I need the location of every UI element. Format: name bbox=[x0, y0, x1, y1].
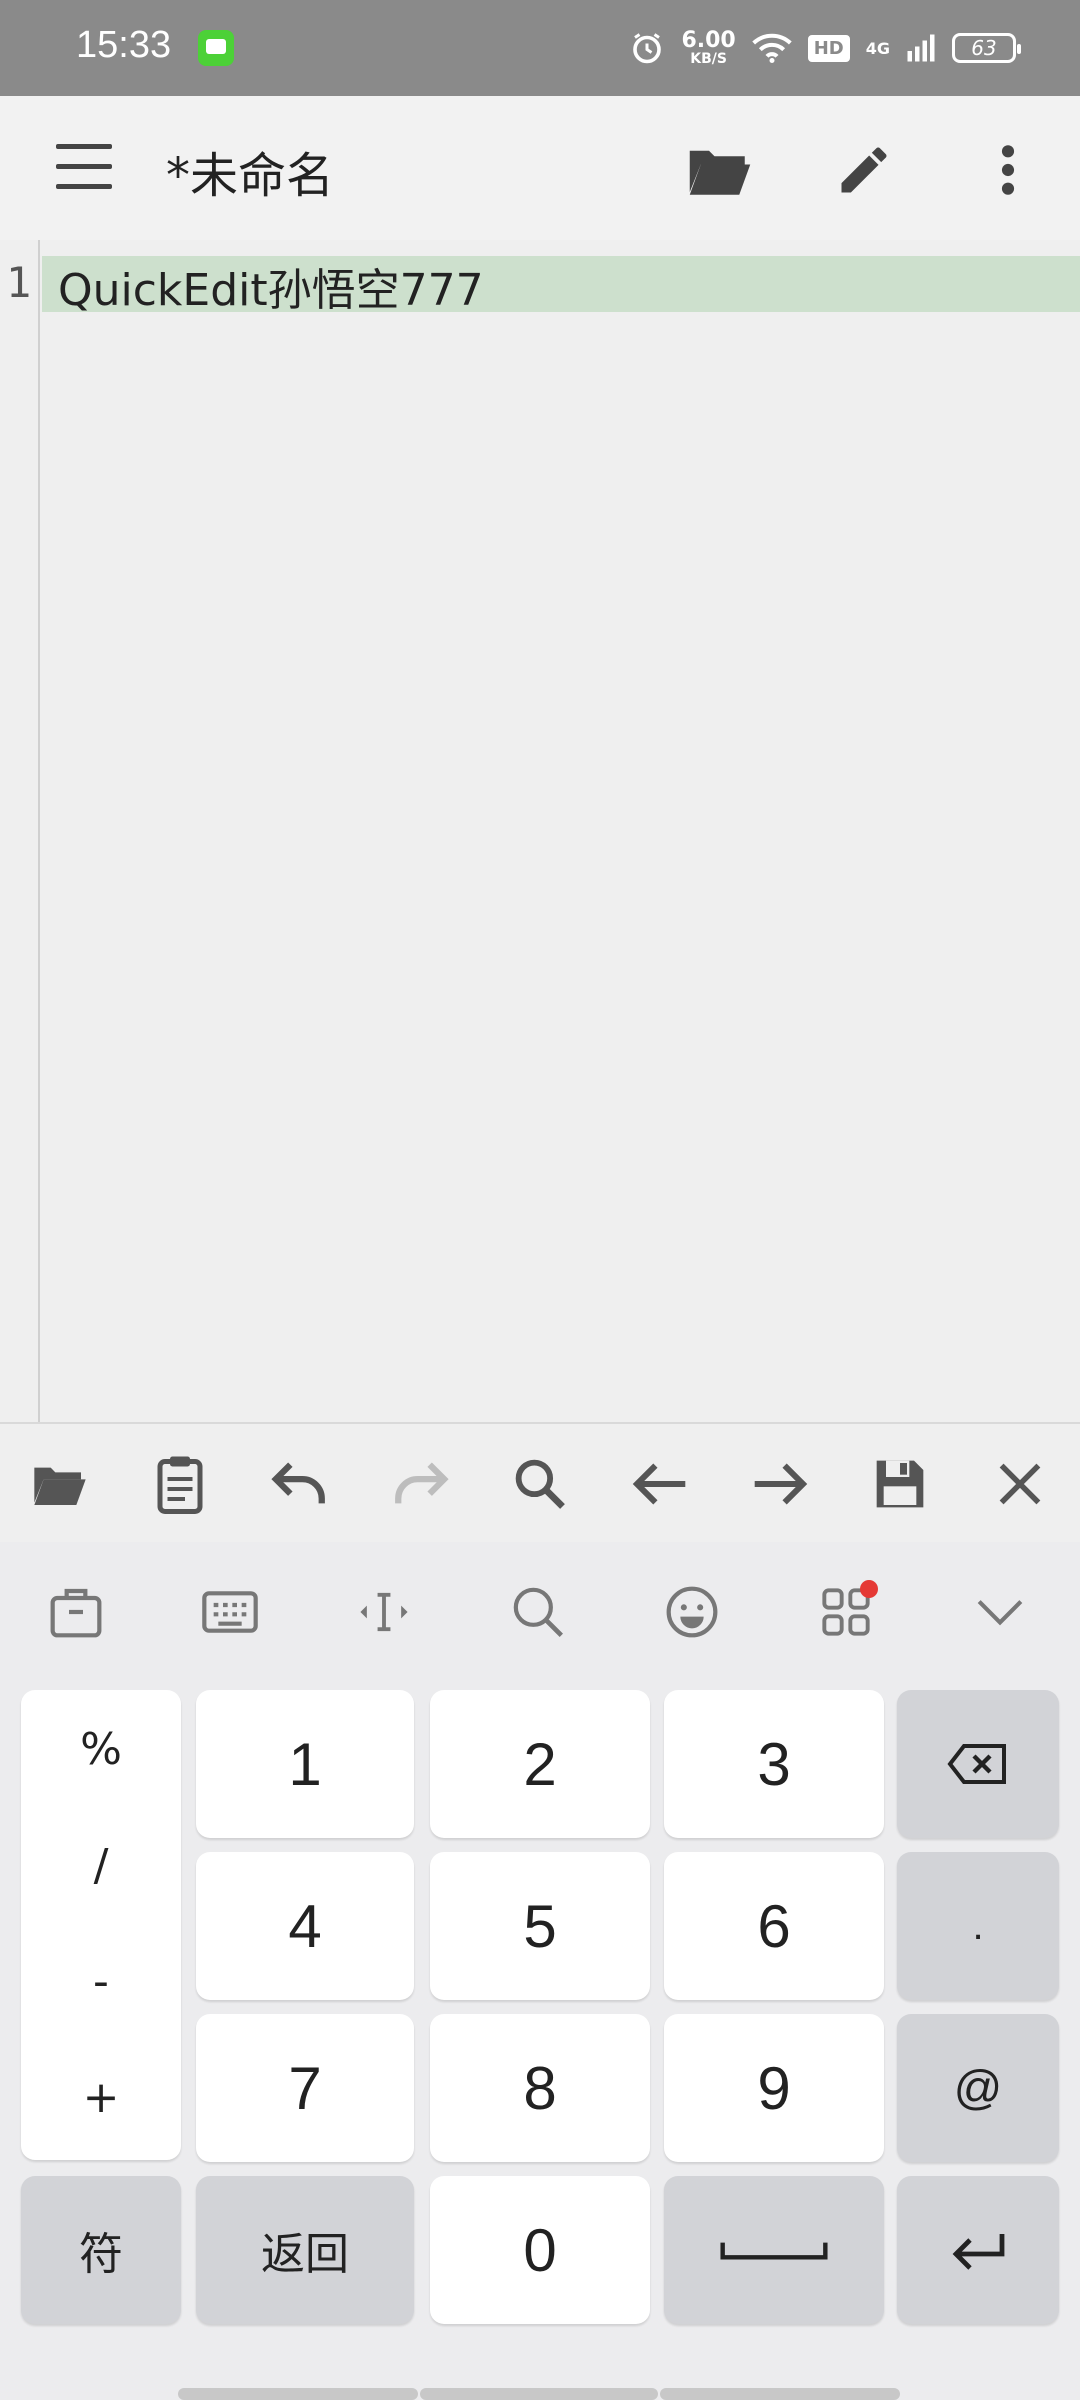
status-bar: 15:33 6.00 KB/S HD 4G 63 bbox=[0, 0, 1080, 96]
keyboard-search-icon[interactable] bbox=[506, 1580, 570, 1644]
search-icon[interactable] bbox=[508, 1452, 572, 1516]
arrow-right-icon[interactable] bbox=[748, 1452, 812, 1516]
document-title: *未命名 bbox=[166, 148, 335, 204]
key-3[interactable]: 3 bbox=[664, 1690, 884, 1838]
message-app-icon bbox=[198, 30, 234, 66]
space-key[interactable] bbox=[664, 2176, 884, 2324]
enter-icon bbox=[952, 2234, 1005, 2270]
clipboard-bag-icon[interactable] bbox=[44, 1580, 108, 1644]
undo-icon[interactable] bbox=[268, 1452, 332, 1516]
key-2[interactable]: 2 bbox=[430, 1690, 650, 1838]
editor-action-bar bbox=[0, 1422, 1080, 1542]
key-1[interactable]: 1 bbox=[196, 1690, 414, 1838]
line-number: 1 bbox=[6, 258, 32, 307]
key-dot[interactable]: . bbox=[897, 1852, 1059, 2000]
signal-icon bbox=[907, 34, 935, 62]
keyboard-icon[interactable] bbox=[198, 1580, 262, 1644]
nav-indicator-left bbox=[178, 2388, 418, 2400]
key-0[interactable]: 0 bbox=[430, 2176, 650, 2324]
redo-icon[interactable] bbox=[388, 1452, 452, 1516]
more-vert-icon[interactable] bbox=[972, 134, 1044, 206]
hd-badge: HD bbox=[807, 34, 850, 62]
network-type: 4G bbox=[865, 38, 890, 58]
network-speed: 6.00 KB/S bbox=[681, 28, 736, 67]
edit-pencil-icon[interactable] bbox=[828, 134, 900, 206]
menu-icon[interactable] bbox=[50, 144, 112, 192]
keyboard-toolbar bbox=[0, 1542, 1080, 1682]
numeric-keyboard: % / - + 1 2 3 4 5 6 . 7 8 9 @ 符 返回 0 bbox=[0, 1542, 1080, 2400]
backspace-icon bbox=[947, 1744, 1006, 1784]
key-7[interactable]: 7 bbox=[196, 2014, 414, 2162]
key-8[interactable]: 8 bbox=[430, 2014, 650, 2162]
editor-line-text[interactable]: QuickEdit孙悟空777 bbox=[58, 254, 484, 318]
symbol-switch-key[interactable]: 符 bbox=[21, 2176, 181, 2324]
line-gutter bbox=[0, 240, 40, 1422]
key-at[interactable]: @ bbox=[897, 2014, 1059, 2162]
space-icon bbox=[720, 2242, 828, 2260]
save-icon[interactable] bbox=[868, 1452, 932, 1516]
back-key[interactable]: 返回 bbox=[196, 2176, 414, 2324]
key-percent[interactable]: % bbox=[21, 1724, 181, 1775]
text-editor[interactable]: 1 QuickEdit孙悟空777 bbox=[0, 240, 1080, 1422]
folder-open-icon[interactable] bbox=[684, 134, 756, 206]
key-slash[interactable]: / bbox=[21, 1840, 181, 1891]
symbol-column[interactable]: % / - + bbox=[21, 1690, 181, 2160]
nav-indicator-right bbox=[660, 2388, 900, 2400]
alarm-icon bbox=[633, 33, 662, 64]
nav-indicator-center bbox=[420, 2388, 658, 2400]
status-time: 15:33 bbox=[76, 24, 172, 66]
key-6[interactable]: 6 bbox=[664, 1852, 884, 2000]
collapse-chevron-icon[interactable] bbox=[968, 1580, 1032, 1644]
app-toolbar: *未命名 bbox=[0, 96, 1080, 240]
close-icon[interactable] bbox=[988, 1452, 1052, 1516]
battery-icon: 63 bbox=[952, 33, 1021, 63]
key-plus[interactable]: + bbox=[21, 2072, 181, 2123]
notification-dot bbox=[860, 1580, 878, 1598]
wifi-icon bbox=[752, 33, 792, 63]
key-9[interactable]: 9 bbox=[664, 2014, 884, 2162]
enter-key[interactable] bbox=[897, 2176, 1059, 2324]
clipboard-icon[interactable] bbox=[148, 1452, 212, 1516]
key-4[interactable]: 4 bbox=[196, 1852, 414, 2000]
backspace-key[interactable] bbox=[897, 1690, 1059, 1838]
cursor-move-icon[interactable] bbox=[352, 1580, 416, 1644]
open-folder-icon[interactable] bbox=[28, 1452, 92, 1516]
emoji-icon[interactable] bbox=[660, 1580, 724, 1644]
key-minus[interactable]: - bbox=[21, 1956, 181, 2007]
key-5[interactable]: 5 bbox=[430, 1852, 650, 2000]
status-icons: 6.00 KB/S HD 4G 63 bbox=[629, 24, 1021, 72]
apps-grid-icon[interactable] bbox=[814, 1580, 878, 1644]
arrow-left-icon[interactable] bbox=[628, 1452, 692, 1516]
